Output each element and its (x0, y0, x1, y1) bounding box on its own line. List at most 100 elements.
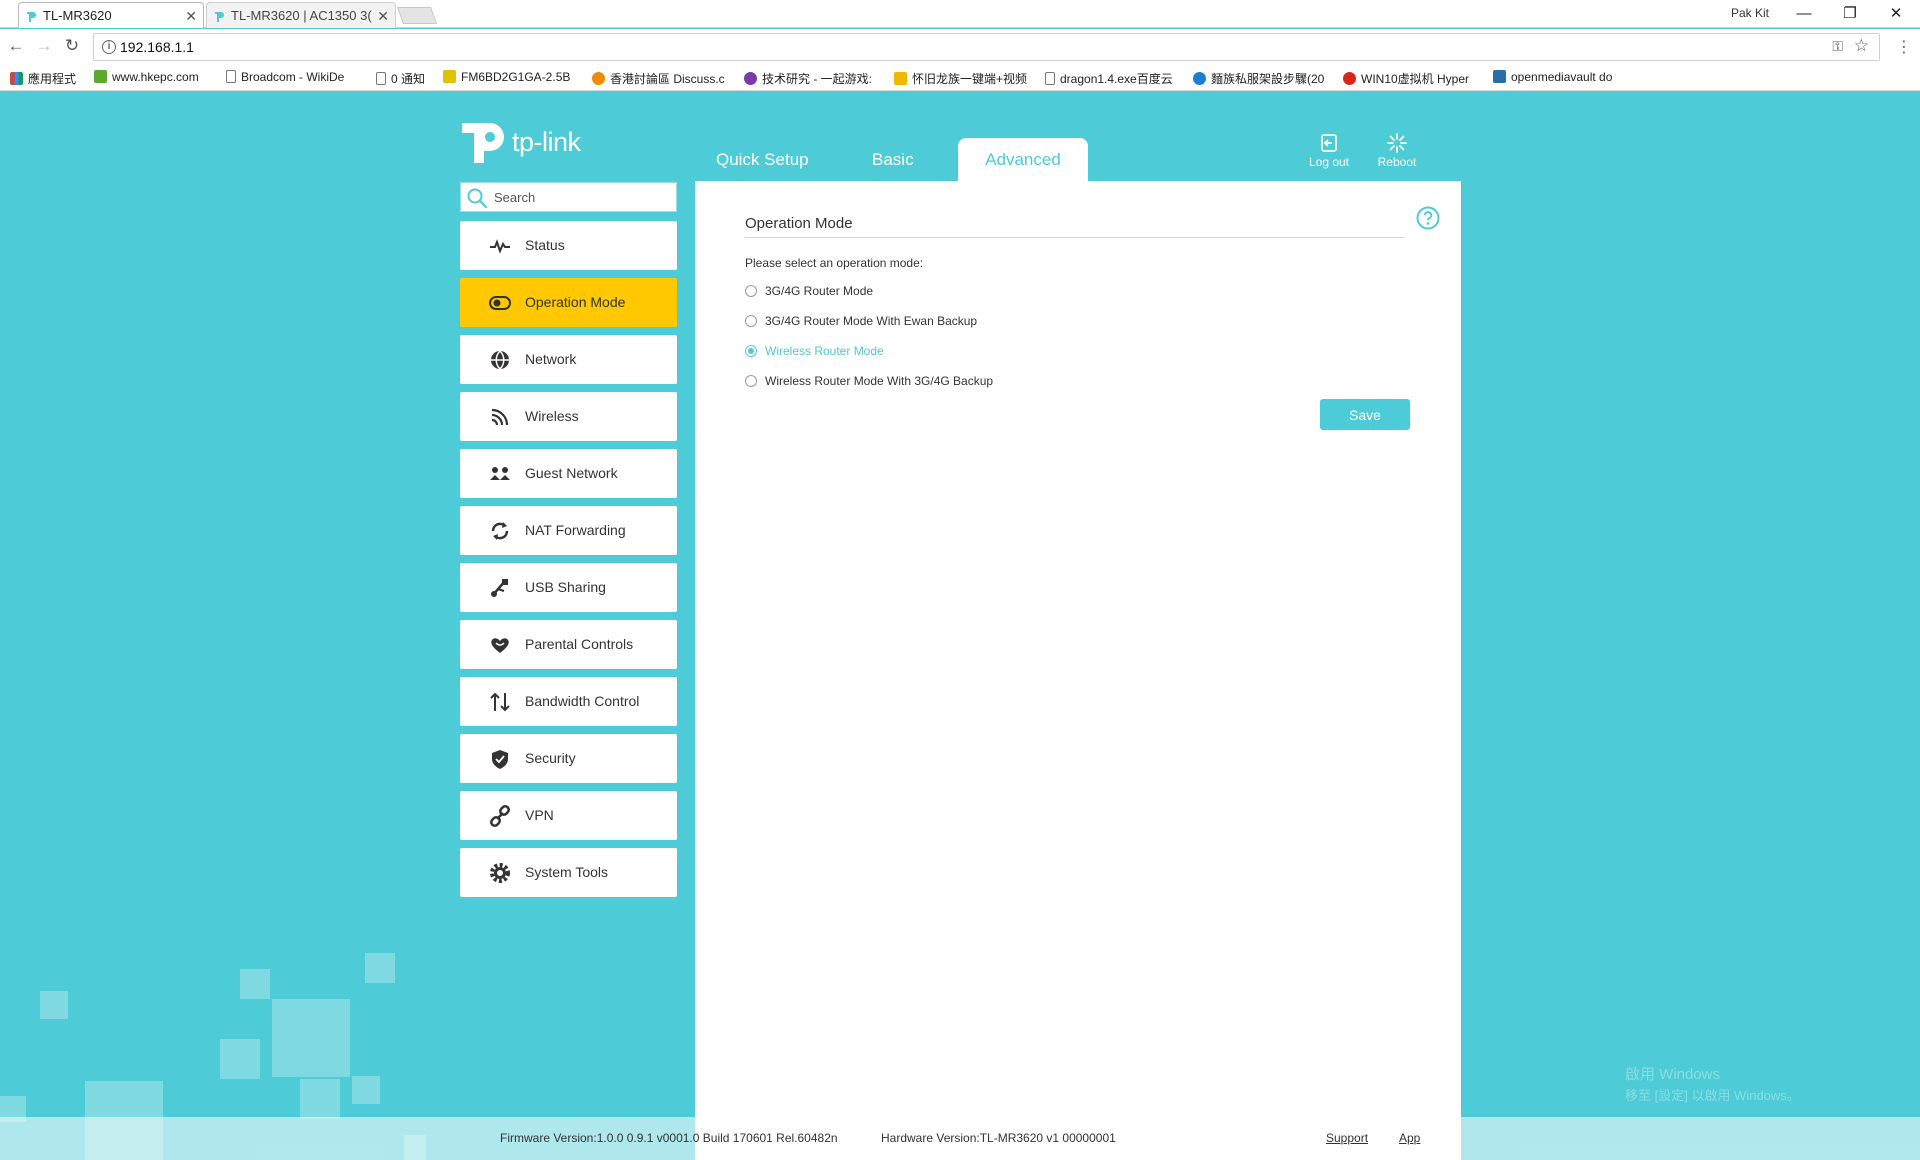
sidebar-item-network[interactable]: Network (460, 335, 677, 384)
bookmark-item[interactable]: 0 通知 (376, 70, 436, 87)
bookmark-item[interactable]: FM6BD2G1GA-2.5B (443, 70, 581, 84)
bookmark-item[interactable]: 麵族私服架設步驟(20 (1193, 70, 1331, 87)
main-content-panel: Operation Mode Please select an operatio… (695, 181, 1461, 1160)
close-window-icon[interactable]: ✕ (1876, 2, 1916, 26)
puzzle-icon (1193, 72, 1206, 85)
gear-icon (490, 863, 510, 883)
tab-basic[interactable]: Basic (872, 150, 914, 170)
decor-square (352, 1076, 380, 1104)
reboot-button[interactable]: Reboot (1367, 133, 1427, 169)
bookmark-item[interactable]: 怀旧龙族一键端+视频 (894, 70, 1032, 87)
save-button[interactable]: Save (1320, 399, 1410, 430)
sidebar-item-operation-mode[interactable]: Operation Mode (460, 278, 677, 327)
radio-label[interactable]: 3G/4G Router Mode With Ewan Backup (765, 314, 977, 328)
sidebar-item-security[interactable]: Security (460, 734, 677, 783)
page-icon (226, 70, 236, 83)
sidebar-item-label: Bandwidth Control (525, 693, 640, 709)
sidebar-item-guest-network[interactable]: Guest Network (460, 449, 677, 498)
hkepc-icon (94, 70, 107, 83)
bookmark-item[interactable]: 技术研究 - 一起游戏: (744, 70, 880, 87)
minimize-icon[interactable]: — (1784, 2, 1824, 26)
info-icon[interactable]: i (102, 40, 116, 54)
radio-button[interactable] (745, 345, 757, 357)
bookmark-item[interactable]: WIN10虚拟机 Hyper (1343, 70, 1480, 87)
url-text[interactable]: 192.168.1.1 (120, 39, 194, 55)
chip-icon (443, 70, 456, 83)
sidebar-item-status[interactable]: Status (460, 221, 677, 270)
browser-menu-icon[interactable]: ⋮ (1896, 37, 1912, 57)
key-icon[interactable]: ⚿ (1832, 38, 1843, 55)
app-link[interactable]: App (1399, 1131, 1420, 1145)
browser-tab-title: TL-MR3620 | AC1350 3( (231, 8, 372, 23)
sidebar-item-label: Wireless (525, 408, 579, 424)
hardware-version: Hardware Version:TL-MR3620 v1 00000001 (881, 1131, 1116, 1145)
radio-button[interactable] (745, 285, 757, 297)
menu-search (460, 182, 677, 212)
router-admin-page: tp-link Quick Setup Basic Advanced Log o… (0, 91, 1920, 1160)
logout-icon (1321, 134, 1337, 152)
sidebar-item-bandwidth-control[interactable]: Bandwidth Control (460, 677, 677, 726)
browser-tab-title: TL-MR3620 (43, 8, 112, 23)
bookmark-item[interactable]: Broadcom - WikiDe (226, 70, 360, 84)
sidebar-item-nat-forwarding[interactable]: NAT Forwarding (460, 506, 677, 555)
decor-square (300, 1079, 340, 1119)
reload-icon[interactable]: ↻ (62, 36, 82, 56)
activation-watermark-title: 啟用 Windows (1625, 1066, 1721, 1083)
help-icon[interactable] (1416, 206, 1440, 230)
radio-button[interactable] (745, 375, 757, 387)
sidebar-item-wireless[interactable]: Wireless (460, 392, 677, 441)
radio-label[interactable]: 3G/4G Router Mode (765, 284, 873, 298)
reboot-icon (1387, 133, 1407, 153)
sidebar-item-vpn[interactable]: VPN (460, 791, 677, 840)
bookmark-item[interactable]: www.hkepc.com (94, 70, 217, 84)
usb-icon (491, 579, 508, 597)
heart-icon (491, 638, 509, 653)
sidebar-item-parental-controls[interactable]: Parental Controls (460, 620, 677, 669)
restore-icon[interactable]: ❐ (1830, 2, 1870, 26)
bookmark-item[interactable]: 應用程式 (10, 70, 92, 87)
tab-quick-setup[interactable]: Quick Setup (716, 150, 809, 170)
link-icon (490, 805, 510, 827)
browser-tab-inactive[interactable]: TL-MR3620 | AC1350 3( ✕ (206, 2, 396, 28)
radio-label[interactable]: Wireless Router Mode (765, 344, 884, 358)
bookmark-item[interactable]: openmediavault do (1493, 70, 1633, 84)
logout-button[interactable]: Log out (1299, 133, 1359, 169)
bandwidth-icon (490, 692, 510, 712)
sidebar-item-label: Network (525, 351, 577, 367)
page-icon (376, 72, 386, 85)
close-tab-icon[interactable]: ✕ (185, 3, 197, 28)
omnibox[interactable]: i 192.168.1.1 ⚿ ☆ (93, 33, 1880, 61)
close-tab-icon[interactable]: ✕ (377, 3, 389, 28)
toggle-icon (489, 296, 511, 310)
guest-icon (490, 467, 510, 480)
new-tab-button[interactable] (396, 7, 438, 24)
bookmark-star-icon[interactable]: ☆ (1854, 36, 1869, 56)
activation-watermark-text: 移至 [設定] 以啟用 Windows。 (1625, 1088, 1800, 1103)
browser-user-name[interactable]: Pak Kit (1731, 6, 1769, 20)
back-icon[interactable]: ← (6, 36, 26, 56)
support-link[interactable]: Support (1326, 1131, 1368, 1145)
sidebar-item-label: NAT Forwarding (525, 522, 626, 538)
forward-icon[interactable]: → (34, 36, 54, 56)
browser-tab-strip: TL-MR3620 ✕ TL-MR3620 | AC1350 3( ✕ Pak … (0, 0, 1920, 28)
tab-advanced[interactable]: Advanced (958, 138, 1088, 182)
sidebar-item-label: VPN (525, 807, 554, 823)
globe-icon (491, 350, 509, 370)
radio-label[interactable]: Wireless Router Mode With 3G/4G Backup (765, 374, 993, 388)
bookmark-item[interactable]: 香港討論區 Discuss.c (592, 70, 730, 87)
sidebar-item-system-tools[interactable]: System Tools (460, 848, 677, 897)
browser-tab-active[interactable]: TL-MR3620 ✕ (18, 2, 204, 28)
search-input[interactable] (494, 187, 664, 207)
sidebar-item-usb-sharing[interactable]: USB Sharing (460, 563, 677, 612)
decor-square (40, 991, 68, 1019)
radio-button[interactable] (745, 315, 757, 327)
tab-advanced-label: Advanced (985, 150, 1061, 169)
bookmark-item[interactable]: dragon1.4.exe百度云 (1045, 70, 1181, 87)
brand-name: tp-link (512, 127, 581, 157)
dragon-icon (894, 72, 907, 85)
title-divider (745, 237, 1405, 238)
sidebar-item-label: Status (525, 237, 565, 253)
tplink-logo-icon (462, 123, 504, 163)
logout-label: Log out (1308, 155, 1350, 169)
decor-square (365, 953, 395, 983)
